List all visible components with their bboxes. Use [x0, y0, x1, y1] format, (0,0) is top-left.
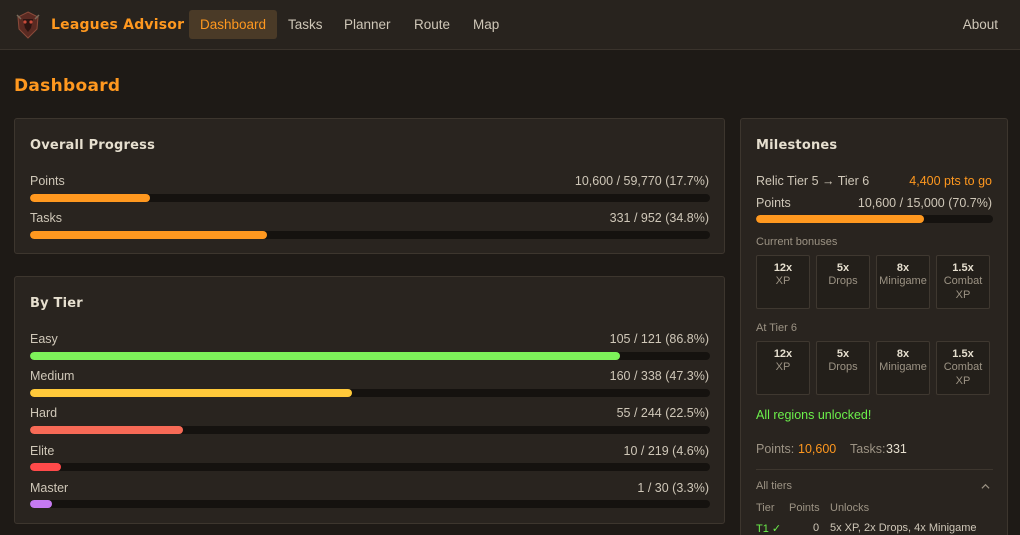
tier-label-easy: Easy [30, 332, 58, 346]
tasks-progress-fill [30, 231, 267, 239]
bonus-xp: 12x XP [756, 255, 810, 309]
tier-value-elite: 10 / 219 (4.6%) [623, 444, 709, 458]
next-bonus-drops: 5x Drops [816, 341, 870, 395]
milestone-progress-fill [756, 215, 924, 223]
nav-planner[interactable]: Planner [333, 10, 402, 39]
summary-tasks-label: Tasks: [850, 442, 886, 456]
brand[interactable]: Leagues Advisor [14, 9, 184, 41]
tier-label-master: Master [30, 481, 69, 495]
table-row-unlocks: 5x XP, 2x Drops, 4x Minigame [830, 522, 977, 534]
bonus-name: Combat XP [943, 361, 983, 387]
points-progress-bar [30, 194, 710, 202]
tier-fill-hard [30, 426, 183, 434]
relic-points-to-go: 4,400 pts to go [909, 174, 992, 188]
bonus-mult: 12x [773, 262, 793, 274]
tier-value-master: 1 / 30 (3.3%) [637, 481, 709, 495]
bonus-name: Drops [828, 361, 858, 373]
nav-route[interactable]: Route [403, 10, 461, 39]
bonus-mult: 8x [896, 262, 910, 274]
summary-points-value: 10,600 [798, 442, 837, 456]
chevron-up-icon[interactable] [981, 482, 990, 491]
table-header-tier: Tier [756, 502, 775, 514]
bonus-name: Combat XP [943, 275, 983, 301]
tasks-value: 331 / 952 (34.8%) [609, 211, 709, 225]
tier-fill-elite [30, 463, 62, 471]
table-row-points: 0 [813, 522, 820, 534]
tier-bar-master [30, 500, 710, 508]
bonus-name: Minigame [879, 275, 927, 287]
regions-status: All regions unlocked! [756, 408, 872, 422]
bonus-combat-xp: 1.5x Combat XP [936, 255, 990, 309]
current-bonuses-label: Current bonuses [756, 236, 838, 248]
tier-bar-elite [30, 463, 710, 471]
relic-tier-label: Relic Tier 5 → Tier 6 [756, 174, 870, 188]
table-row-tier: T1 ✓ [756, 523, 782, 535]
tier-fill-master [30, 500, 53, 508]
tier-value-easy: 105 / 121 (86.8%) [609, 332, 709, 346]
bonus-mult: 5x [836, 262, 850, 274]
tier-fill-medium [30, 389, 352, 397]
bonus-name: XP [775, 361, 791, 373]
bonus-name: Drops [828, 275, 858, 287]
bonus-name: XP [775, 275, 791, 287]
divider [756, 469, 993, 470]
tier-label-medium: Medium [30, 369, 75, 383]
tier-value-medium: 160 / 338 (47.3%) [609, 369, 709, 383]
table-header-unlocks: Unlocks [830, 502, 870, 514]
panel-title: Milestones [756, 138, 838, 153]
milestones-panel: Milestones Relic Tier 5 → Tier 6 4,400 p… [740, 118, 1008, 535]
tasks-progress-bar [30, 231, 710, 239]
bonus-mult: 8x [896, 348, 910, 360]
tier-label-elite: Elite [30, 444, 55, 458]
bonus-mult: 12x [773, 348, 793, 360]
points-value: 10,600 / 59,770 (17.7%) [574, 174, 709, 188]
summary-points-label: Points: [756, 442, 795, 456]
points-label: Points [30, 174, 65, 188]
all-tiers-toggle[interactable]: All tiers [756, 480, 792, 492]
tier-bar-hard [30, 426, 710, 434]
tier-bar-medium [30, 389, 710, 397]
bonus-name: Minigame [879, 361, 927, 373]
next-tier-bonuses-label: At Tier 6 [756, 322, 797, 334]
bonus-mult: 1.5x [952, 262, 974, 274]
navbar: Leagues Advisor Dashboard Tasks Planner … [0, 0, 1020, 50]
next-bonus-combat-xp: 1.5x Combat XP [936, 341, 990, 395]
tier-bar-easy [30, 352, 710, 360]
nav-map[interactable]: Map [462, 10, 510, 39]
summary-tasks-value: 331 [886, 442, 907, 456]
tier-label-hard: Hard [30, 406, 58, 420]
tier-fill-easy [30, 352, 621, 360]
brand-name: Leagues Advisor [51, 17, 185, 33]
page-title: Dashboard [14, 76, 121, 96]
milestone-progress-bar [756, 215, 993, 223]
overall-progress-panel: Overall Progress Points 10,600 / 59,770 … [14, 118, 725, 254]
league-logo-icon [16, 11, 40, 39]
milestone-points-value: 10,600 / 15,000 (70.7%) [857, 196, 992, 210]
nav-tasks[interactable]: Tasks [277, 10, 334, 39]
next-bonus-minigame: 8x Minigame [876, 341, 930, 395]
next-bonus-xp: 12x XP [756, 341, 810, 395]
panel-title: By Tier [30, 296, 83, 311]
nav-about[interactable]: About [963, 10, 998, 39]
table-header-points: Points [789, 502, 820, 514]
bonus-mult: 5x [836, 348, 850, 360]
bonus-drops: 5x Drops [816, 255, 870, 309]
by-tier-panel: By Tier Easy 105 / 121 (86.8%) Medium 16… [14, 276, 725, 524]
bonus-minigame: 8x Minigame [876, 255, 930, 309]
points-progress-fill [30, 194, 151, 202]
bonus-mult: 1.5x [952, 348, 974, 360]
tasks-label: Tasks [30, 211, 62, 225]
tier-value-hard: 55 / 244 (22.5%) [616, 406, 709, 420]
milestone-points-label: Points [756, 196, 791, 210]
nav-dashboard[interactable]: Dashboard [189, 10, 278, 39]
panel-title: Overall Progress [30, 138, 156, 153]
